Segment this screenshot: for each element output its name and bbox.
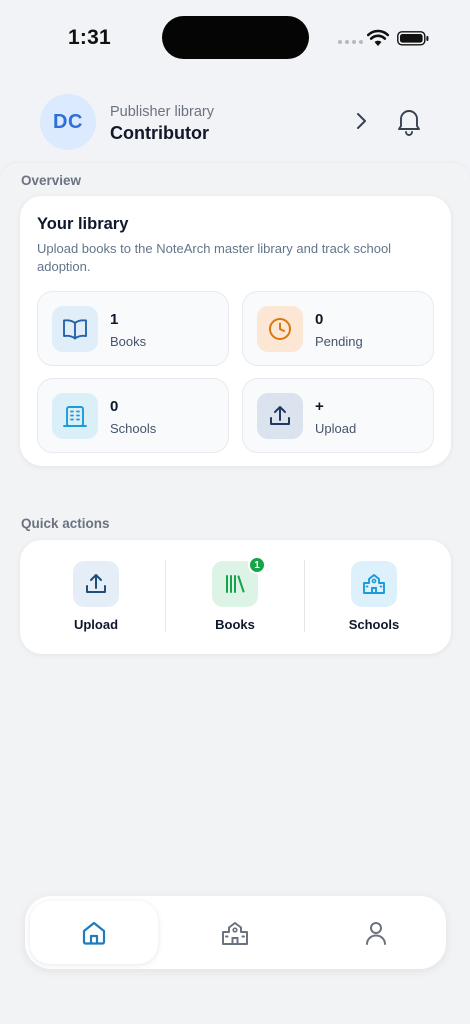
quick-actions-card: Upload 1 Books Schools <box>20 540 451 654</box>
header-subtitle: Publisher library <box>110 104 214 120</box>
nav-home[interactable] <box>30 901 158 964</box>
nav-profile[interactable] <box>312 901 440 964</box>
quick-action-books-label: Books <box>215 617 255 632</box>
person-icon <box>366 921 386 945</box>
school-icon <box>351 561 397 607</box>
bell-icon[interactable] <box>395 106 423 136</box>
stat-upload-value: + <box>315 398 324 415</box>
stat-books-label: Books <box>110 334 147 349</box>
books-count-badge: 1 <box>248 556 266 574</box>
dynamic-island <box>162 16 309 59</box>
stat-schools[interactable]: 0 Schools <box>37 378 229 453</box>
quick-action-schools-label: Schools <box>348 617 400 632</box>
app-screen: 1:31 DC Publisher library Contributor Ov… <box>0 0 470 1024</box>
content-sheet: Overview Your library Upload books to th… <box>0 163 470 1024</box>
quick-action-upload[interactable]: Upload <box>26 540 166 654</box>
nav-schools[interactable] <box>171 901 299 964</box>
avatar[interactable]: DC <box>40 94 96 150</box>
book-open-icon <box>52 306 98 352</box>
stat-upload-label: Upload <box>315 421 357 436</box>
stat-pending-label: Pending <box>315 334 363 349</box>
stat-pending[interactable]: 0 Pending <box>242 291 434 366</box>
upload-icon <box>73 561 119 607</box>
chevron-right-icon[interactable] <box>350 110 372 132</box>
stat-pending-value: 0 <box>315 311 324 328</box>
signal-dots-icon <box>338 40 363 44</box>
wifi-icon <box>367 29 389 46</box>
library-card: Your library Upload books to the NoteArc… <box>20 196 451 466</box>
quick-action-books[interactable]: 1 Books <box>165 540 305 654</box>
clock-icon <box>257 306 303 352</box>
status-time: 1:31 <box>68 26 111 49</box>
profile-header[interactable]: DC Publisher library Contributor <box>0 78 470 168</box>
stat-books[interactable]: 1 Books <box>37 291 229 366</box>
status-bar: 1:31 <box>0 0 470 78</box>
quick-action-schools[interactable]: Schools <box>304 540 444 654</box>
header-title: Contributor <box>110 123 209 143</box>
home-icon <box>82 921 106 945</box>
building-icon <box>52 393 98 439</box>
school-icon <box>222 921 248 945</box>
stat-upload[interactable]: + Upload <box>242 378 434 453</box>
quick-actions-label: Quick actions <box>21 516 110 531</box>
library-description: Upload books to the NoteArch master libr… <box>37 241 392 274</box>
stat-books-value: 1 <box>110 311 119 328</box>
overview-label: Overview <box>21 173 82 188</box>
library-title: Your library <box>37 215 129 233</box>
stat-schools-value: 0 <box>110 398 119 415</box>
quick-action-upload-label: Upload <box>73 617 119 632</box>
upload-icon <box>257 393 303 439</box>
bottom-nav <box>25 896 446 969</box>
battery-icon <box>397 31 429 46</box>
stat-schools-label: Schools <box>110 421 157 436</box>
